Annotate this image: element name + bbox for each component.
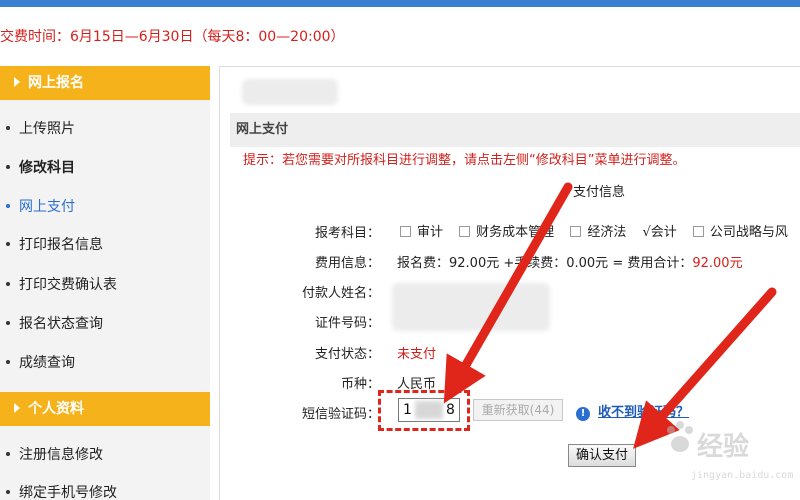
bullet-icon (6, 452, 10, 456)
checkbox[interactable] (692, 226, 704, 237)
blurred-header-area (242, 79, 338, 105)
sidebar-item-registration-status[interactable]: 报名状态查询 (0, 312, 210, 336)
sms-highlight-annotation (378, 390, 470, 431)
confirm-payment-button[interactable]: 确认支付 (568, 444, 636, 467)
subject-financial-cost-management[interactable]: 财务成本管理 (459, 221, 554, 240)
payment-time-notice: 交费时间：6月15日—6月30日（每天8：00—20:00） (0, 29, 345, 45)
info-circle-icon: ! (576, 407, 590, 421)
bullet-icon (6, 126, 10, 130)
sidebar-item-score-query[interactable]: 成绩查询 (0, 351, 210, 375)
payment-status-value: 未支付 (397, 347, 437, 362)
checkmark-icon: √ (642, 225, 651, 240)
blurred-payer-id-area (392, 283, 550, 331)
bullet-icon (6, 204, 10, 208)
subject-accounting[interactable]: √会计 (642, 221, 676, 240)
resend-code-button[interactable]: 重新获取(44) (473, 399, 563, 421)
baidu-jingyan-watermark: 经验 jingyan.baidu.com (663, 410, 793, 490)
sidebar-item-online-payment[interactable]: 网上支付 (0, 195, 210, 219)
watermark-brand: 经验 (697, 432, 750, 462)
adjust-subject-hint: 提示：若您需要对所报科目进行调整，请点击左侧“修改科目”菜单进行调整。 (243, 153, 686, 168)
subject-audit[interactable]: 审计 (400, 221, 443, 240)
sidebar-item-change-phone[interactable]: 绑定手机号修改 (0, 481, 210, 500)
checkbox[interactable] (459, 226, 471, 237)
subject-checkbox-list: 审计 财务成本管理 经济法 √会计 公司战略与风 (400, 221, 800, 240)
fee-total: 92.00元 (692, 256, 743, 271)
id-number-label: 证件号码： (314, 316, 380, 331)
checkbox[interactable] (400, 226, 411, 237)
bullet-icon (6, 165, 10, 169)
subjects-label: 报考科目： (314, 226, 380, 241)
sidebar-item-print-fee-confirmation[interactable]: 打印交费确认表 (0, 273, 210, 297)
section-title: 网上支付 (230, 113, 800, 147)
paw-logo-icon (667, 421, 693, 452)
sidebar-item-modify-subjects[interactable]: 修改科目 (0, 156, 210, 180)
bullet-icon (6, 321, 10, 325)
subject-corporate-strategy[interactable]: 公司战略与风 (692, 221, 788, 240)
bullet-icon (6, 242, 10, 246)
sidebar-section-online-registration[interactable]: 网上报名 (0, 66, 210, 100)
sidebar-item-edit-registration-info[interactable]: 注册信息修改 (0, 443, 210, 467)
subject-economic-law[interactable]: 经济法 (570, 221, 626, 240)
payer-name-label: 付款人姓名： (301, 286, 380, 301)
triangle-right-icon (14, 403, 20, 413)
sidebar-item-upload-photo[interactable]: 上传照片 (0, 117, 210, 141)
bullet-icon (6, 282, 10, 286)
checkbox[interactable] (570, 226, 582, 237)
sms-code-label: 短信验证码： (301, 407, 380, 422)
bullet-icon (6, 490, 10, 494)
payment-info-title: 支付信息 (573, 185, 626, 200)
sidebar-item-print-registration[interactable]: 打印报名信息 (0, 233, 210, 257)
sidebar-section-personal-info[interactable]: 个人资料 (0, 392, 210, 426)
fee-label: 费用信息： (314, 256, 380, 271)
bullet-icon (6, 360, 10, 364)
watermark-url: jingyan.baidu.com (691, 470, 794, 481)
fee-details: 报名费：92.00元 +手续费：0.00元 = 费用合计：92.00元 (397, 256, 743, 271)
payment-status-label: 支付状态： (314, 347, 380, 362)
currency-label: 币种： (340, 377, 380, 392)
sidebar: 网上报名 上传照片 修改科目 网上支付 打印报名信息 打印交费确认表 报名状态查… (0, 66, 210, 500)
top-bar (0, 0, 800, 7)
triangle-right-icon (14, 77, 20, 87)
